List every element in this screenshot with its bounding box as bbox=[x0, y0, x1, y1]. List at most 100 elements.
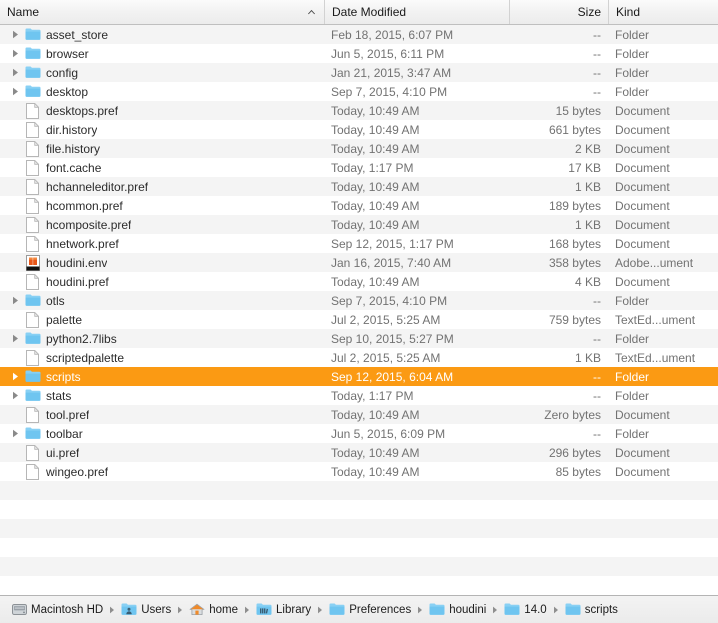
file-date-modified: Feb 18, 2015, 6:07 PM bbox=[331, 27, 454, 42]
table-row[interactable]: stats Today, 1:17 PM -- Folder bbox=[0, 386, 718, 405]
file-name-label: hchanneleditor.pref bbox=[46, 179, 149, 194]
table-row[interactable]: asset_store Feb 18, 2015, 6:07 PM -- Folder bbox=[0, 25, 718, 44]
file-date-modified: Today, 10:49 AM bbox=[331, 179, 420, 194]
file-name-label: hcommon.pref bbox=[46, 198, 123, 213]
file-name-label: desktops.pref bbox=[46, 103, 119, 118]
table-row[interactable]: scripts Sep 12, 2015, 6:04 AM -- Folder bbox=[0, 367, 718, 386]
table-row[interactable]: toolbar Jun 5, 2015, 6:09 PM -- Folder bbox=[0, 424, 718, 443]
disclosure-triangle-icon[interactable] bbox=[6, 386, 24, 405]
table-row[interactable]: hnetwork.pref Sep 12, 2015, 1:17 PM 168 by… bbox=[0, 234, 718, 253]
column-header-kind[interactable]: Kind bbox=[608, 0, 718, 24]
table-row[interactable]: houdini.env Jan 16, 2015, 7:40 AM 358 byte… bbox=[0, 253, 718, 272]
column-header-size[interactable]: Size bbox=[509, 0, 608, 24]
file-size: 2 KB bbox=[574, 141, 601, 156]
file-name-label: hcomposite.pref bbox=[46, 217, 132, 232]
file-name-cell: tool.pref bbox=[0, 405, 324, 424]
file-kind: Folder bbox=[615, 331, 650, 346]
file-date-modified: Sep 7, 2015, 4:10 PM bbox=[331, 293, 448, 308]
table-row[interactable]: config Jan 21, 2015, 3:47 AM -- Folder bbox=[0, 63, 718, 82]
file-name-cell: otls bbox=[0, 291, 324, 310]
table-row[interactable]: font.cache Today, 1:17 PM 17 KB Document bbox=[0, 158, 718, 177]
table-row[interactable]: scriptedpalette Jul 2, 2015, 5:25 AM 1 KB T… bbox=[0, 348, 718, 367]
file-size: -- bbox=[593, 84, 601, 99]
disclosure-triangle-icon[interactable] bbox=[6, 367, 24, 386]
file-name-cell: hcommon.pref bbox=[0, 196, 324, 215]
file-size: -- bbox=[593, 388, 601, 403]
table-row[interactable]: wingeo.pref Today, 10:49 AM 85 bytes Docume… bbox=[0, 462, 718, 481]
empty-row[interactable] bbox=[0, 481, 718, 500]
table-row[interactable]: dir.history Today, 10:49 AM 661 bytes Docum… bbox=[0, 120, 718, 139]
table-row[interactable]: browser Jun 5, 2015, 6:11 PM -- Folder bbox=[0, 44, 718, 63]
file-name-label: wingeo.pref bbox=[46, 464, 109, 479]
file-size: 296 bytes bbox=[548, 445, 601, 460]
file-kind: Document bbox=[615, 198, 670, 213]
disclosure-triangle-icon[interactable] bbox=[6, 82, 24, 101]
folder-icon bbox=[24, 44, 41, 63]
breadcrumb-item[interactable]: Preferences bbox=[329, 596, 411, 623]
file-name-cell: houdini.pref bbox=[0, 272, 324, 291]
breadcrumb-item[interactable]: Library bbox=[256, 596, 311, 623]
breadcrumb-item[interactable]: Users bbox=[121, 596, 171, 623]
file-date-modified: Today, 10:49 AM bbox=[331, 274, 420, 289]
library-folder-icon bbox=[256, 602, 272, 618]
file-date-modified: Jun 5, 2015, 6:09 PM bbox=[331, 426, 446, 441]
disclosure-triangle-icon[interactable] bbox=[6, 424, 24, 443]
table-row[interactable]: tool.pref Today, 10:49 AM Zero bytes Docume… bbox=[0, 405, 718, 424]
disclosure-triangle-icon[interactable] bbox=[6, 291, 24, 310]
empty-row[interactable] bbox=[0, 557, 718, 576]
table-row[interactable]: python2.7libs Sep 10, 2015, 5:27 PM -- Fold… bbox=[0, 329, 718, 348]
table-row[interactable]: hchanneleditor.pref Today, 10:49 AM 1 KB Do… bbox=[0, 177, 718, 196]
table-row[interactable]: houdini.pref Today, 10:49 AM 4 KB Document bbox=[0, 272, 718, 291]
file-date-modified: Jan 21, 2015, 3:47 AM bbox=[331, 65, 452, 80]
table-row[interactable]: desktop Sep 7, 2015, 4:10 PM -- Folder bbox=[0, 82, 718, 101]
breadcrumb-label: home bbox=[209, 603, 239, 616]
file-date-modified: Jan 16, 2015, 7:40 AM bbox=[331, 255, 452, 270]
column-header-name-label: Name bbox=[7, 5, 40, 19]
file-name-cell: wingeo.pref bbox=[0, 462, 324, 481]
empty-row[interactable] bbox=[0, 538, 718, 557]
file-name-cell: palette bbox=[0, 310, 324, 329]
table-row[interactable]: hcomposite.pref Today, 10:49 AM 1 KB Docume… bbox=[0, 215, 718, 234]
path-bar: Macintosh HD Users home Library Preferences h… bbox=[0, 595, 718, 623]
file-name-cell: houdini.env bbox=[0, 253, 324, 272]
breadcrumb-item[interactable]: scripts bbox=[565, 596, 618, 623]
disclosure-triangle-icon[interactable] bbox=[6, 329, 24, 348]
empty-row[interactable] bbox=[0, 519, 718, 538]
file-size: 189 bytes bbox=[548, 198, 601, 213]
file-kind: Document bbox=[615, 179, 670, 194]
file-date-modified: Today, 10:49 AM bbox=[331, 217, 420, 232]
disclosure-triangle-icon[interactable] bbox=[6, 25, 24, 44]
file-date-modified: Today, 10:49 AM bbox=[331, 464, 420, 479]
table-row[interactable]: ui.pref Today, 10:49 AM 296 bytes Document bbox=[0, 443, 718, 462]
breadcrumb-item[interactable]: 14.0 bbox=[504, 596, 547, 623]
table-row[interactable]: file.history Today, 10:49 AM 2 KB Document bbox=[0, 139, 718, 158]
file-name-cell: desktops.pref bbox=[0, 101, 324, 120]
table-row[interactable]: desktops.pref Today, 10:49 AM 15 bytes Docu… bbox=[0, 101, 718, 120]
sort-ascending-icon bbox=[307, 8, 316, 17]
file-size: 1 KB bbox=[574, 217, 601, 232]
breadcrumb-item[interactable]: home bbox=[189, 596, 238, 623]
column-header-date-modified[interactable]: Date Modified bbox=[324, 0, 509, 24]
empty-row[interactable] bbox=[0, 576, 718, 595]
file-size: 1 KB bbox=[574, 350, 601, 365]
file-name-cell: browser bbox=[0, 44, 324, 63]
file-date-modified: Today, 1:17 PM bbox=[331, 388, 414, 403]
breadcrumb-item[interactable]: houdini bbox=[429, 596, 486, 623]
file-name-cell: ui.pref bbox=[0, 443, 324, 462]
table-row[interactable]: hcommon.pref Today, 10:49 AM 189 bytes Docu… bbox=[0, 196, 718, 215]
file-kind: Folder bbox=[615, 369, 650, 384]
document-icon bbox=[24, 443, 41, 462]
table-row[interactable]: otls Sep 7, 2015, 4:10 PM -- Folder bbox=[0, 291, 718, 310]
breadcrumb-item[interactable]: Macintosh HD bbox=[11, 596, 103, 623]
table-row[interactable]: palette Jul 2, 2015, 5:25 AM 759 bytes Text… bbox=[0, 310, 718, 329]
file-list[interactable]: asset_store Feb 18, 2015, 6:07 PM -- Folder… bbox=[0, 25, 718, 595]
harddisk-icon bbox=[11, 602, 27, 618]
folder-icon bbox=[24, 82, 41, 101]
empty-row[interactable] bbox=[0, 500, 718, 519]
column-header-name[interactable]: Name bbox=[0, 0, 324, 24]
disclosure-triangle-icon[interactable] bbox=[6, 44, 24, 63]
file-kind: Document bbox=[615, 141, 670, 156]
disclosure-triangle-icon[interactable] bbox=[6, 63, 24, 82]
